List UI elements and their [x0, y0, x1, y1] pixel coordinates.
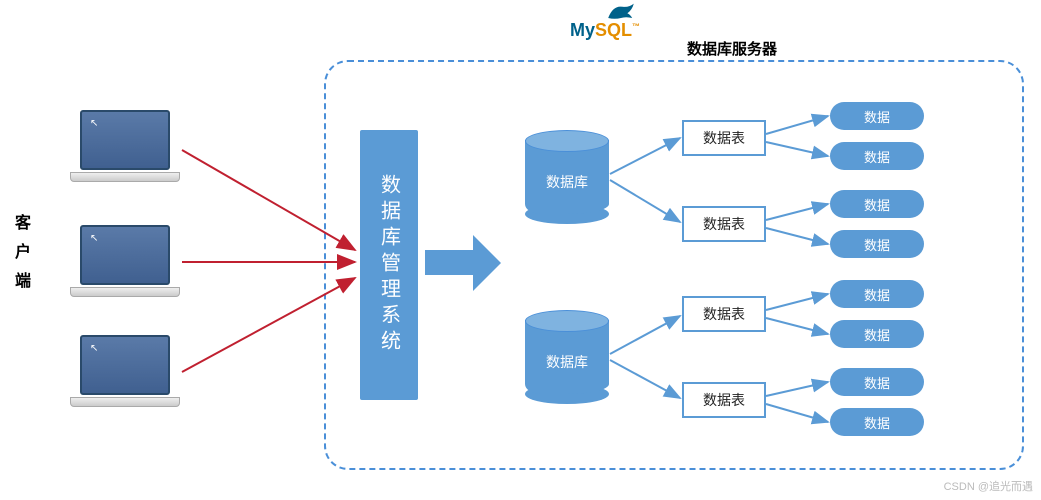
- data-pill: 数据: [830, 280, 924, 308]
- data-pill: 数据: [830, 142, 924, 170]
- client-laptop: [70, 335, 180, 410]
- watermark-text: CSDN @追光而遇: [944, 478, 1033, 494]
- database-label: 数据库: [525, 352, 609, 372]
- database-cylinder: 数据库: [525, 130, 609, 224]
- data-label: 数据: [864, 325, 890, 344]
- dbms-block: 数据库管理系统: [360, 130, 418, 400]
- data-label: 数据: [864, 285, 890, 304]
- table-box: 数据表: [682, 120, 766, 156]
- client-section-label: 客户端: [15, 210, 35, 296]
- table-box: 数据表: [682, 296, 766, 332]
- table-box: 数据表: [682, 206, 766, 242]
- table-label: 数据表: [703, 390, 745, 410]
- data-label: 数据: [864, 107, 890, 126]
- mysql-my: My: [570, 20, 595, 40]
- data-label: 数据: [864, 373, 890, 392]
- mysql-logo-text: MySQL™: [570, 20, 640, 41]
- data-label: 数据: [864, 235, 890, 254]
- data-pill: 数据: [830, 368, 924, 396]
- mysql-sql: SQL: [595, 20, 632, 40]
- data-pill: 数据: [830, 320, 924, 348]
- client-laptop: [70, 225, 180, 300]
- table-label: 数据表: [703, 128, 745, 148]
- data-label: 数据: [864, 147, 890, 166]
- data-pill: 数据: [830, 190, 924, 218]
- client-laptop: [70, 110, 180, 185]
- database-cylinder: 数据库: [525, 310, 609, 404]
- table-label: 数据表: [703, 214, 745, 234]
- mysql-tm: ™: [632, 22, 640, 31]
- mysql-dolphin-icon: [605, 2, 637, 22]
- flow-arrow-icon: [425, 235, 505, 290]
- server-section-label: 数据库服务器: [687, 38, 777, 59]
- database-label: 数据库: [525, 172, 609, 192]
- data-pill: 数据: [830, 230, 924, 258]
- table-box: 数据表: [682, 382, 766, 418]
- data-label: 数据: [864, 195, 890, 214]
- table-label: 数据表: [703, 304, 745, 324]
- data-pill: 数据: [830, 102, 924, 130]
- data-label: 数据: [864, 413, 890, 432]
- data-pill: 数据: [830, 408, 924, 436]
